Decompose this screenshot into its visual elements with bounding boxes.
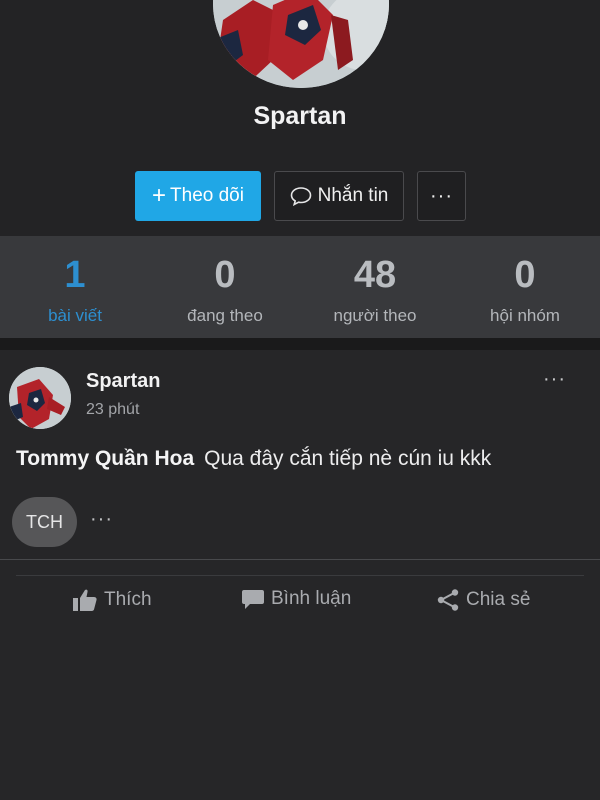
more-options-button[interactable]: ···: [417, 171, 466, 221]
profile-name: Spartan: [253, 102, 347, 130]
profile-avatar[interactable]: [213, 0, 389, 88]
follow-button[interactable]: + Theo dõi: [135, 171, 261, 221]
more-icon: ···: [430, 184, 453, 207]
stat-value: 0: [214, 254, 236, 296]
follow-label: Theo dõi: [170, 185, 244, 206]
section-separator: [0, 338, 600, 350]
spiderman-avatar-image: [9, 367, 71, 429]
thumbs-up-icon: [73, 589, 97, 611]
spiderman-avatar-image: [213, 0, 389, 88]
stat-posts[interactable]: 1 bài viết: [0, 236, 150, 338]
post-card: Spartan 23 phút ··· Tommy Quần Hoa Qua đâ…: [0, 350, 600, 800]
stat-following[interactable]: 0 đang theo: [150, 236, 300, 338]
stat-value: 0: [514, 254, 536, 296]
like-label: Thích: [104, 589, 152, 610]
post-author-name[interactable]: Spartan: [86, 370, 160, 393]
post-actions-bar: Thích Bình luận Chia sẻ: [0, 588, 600, 628]
stat-label: hội nhóm: [490, 306, 560, 325]
plus-icon: +: [152, 182, 167, 209]
post-menu-icon[interactable]: ···: [543, 368, 566, 391]
like-button[interactable]: Thích: [72, 588, 152, 612]
profile-page: Spartan + Theo dõi Nhắn tin ··· 1 bài vi…: [0, 0, 600, 800]
stat-label: người theo: [333, 306, 417, 325]
message-label: Nhắn tin: [317, 185, 389, 206]
share-label: Chia sẻ: [466, 589, 531, 610]
stat-followers[interactable]: 48 người theo: [300, 236, 450, 338]
stat-value: 48: [353, 254, 397, 296]
comment-button[interactable]: Bình luận: [241, 588, 351, 610]
share-button[interactable]: Chia sẻ: [436, 588, 530, 612]
profile-stats: 1 bài viết 0 đang theo 48 người theo 0 h…: [0, 236, 600, 338]
stat-label: đang theo: [187, 306, 263, 325]
divider: [16, 575, 584, 576]
comment-icon: [242, 590, 264, 609]
comment-label: Bình luận: [271, 588, 352, 609]
chat-bubble-icon: [290, 187, 311, 206]
reaction-avatar-chip[interactable]: TCH: [12, 497, 77, 547]
share-icon: [437, 589, 459, 611]
stat-value: 1: [64, 254, 86, 296]
stat-groups[interactable]: 0 hội nhóm: [450, 236, 600, 338]
post-timestamp: 23 phút: [86, 401, 140, 418]
post-author-avatar[interactable]: [9, 367, 71, 429]
divider: [0, 559, 600, 560]
post-body-text: Qua đây cắn tiếp nè cún iu kkk: [204, 447, 492, 470]
stat-label: bài viết: [48, 306, 102, 325]
message-button[interactable]: Nhắn tin: [274, 171, 404, 221]
mention-link[interactable]: Tommy Quần Hoa: [16, 447, 194, 470]
more-reactions-icon[interactable]: ···: [90, 508, 113, 531]
post-content: Tommy Quần Hoa Qua đây cắn tiếp nè cún iu…: [16, 447, 491, 471]
